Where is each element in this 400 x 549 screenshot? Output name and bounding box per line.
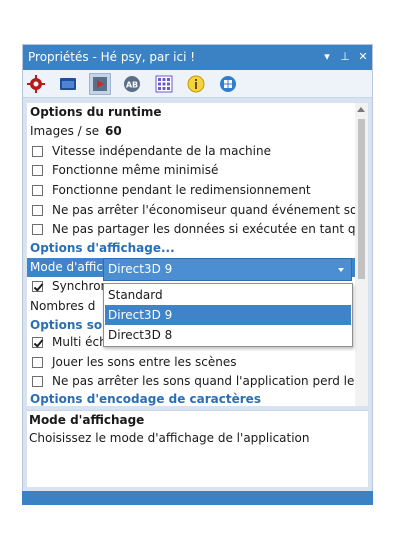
- checkbox-label: Fonctionne même minimisé: [52, 163, 219, 177]
- checkbox-label: Jouer les sons entre les scènes: [52, 355, 237, 369]
- vertical-scrollbar[interactable]: [355, 103, 368, 406]
- select-value: Direct3D 9: [108, 262, 173, 276]
- toolbar: AB: [23, 70, 372, 98]
- section-runtime[interactable]: Options du runtime: [27, 103, 162, 122]
- checkbox[interactable]: [32, 357, 43, 368]
- window-title: Propriétés - Hé psy, par ici !: [28, 50, 196, 64]
- checkbox-label: Fonctionne pendant le redimensionnement: [52, 183, 311, 197]
- property-value[interactable]: 60: [105, 122, 122, 141]
- checkbox[interactable]: [32, 205, 43, 216]
- info-icon[interactable]: [185, 73, 207, 95]
- checkbox[interactable]: [32, 146, 43, 157]
- scroll-up-icon[interactable]: [357, 107, 365, 112]
- close-icon[interactable]: ✕: [356, 49, 370, 65]
- dropdown-option[interactable]: Direct3D 8: [105, 325, 351, 345]
- description-pane: Mode d'affichage Choisissez le mode d'af…: [27, 410, 368, 487]
- checkbox-row[interactable]: Ne pas arrêter l'économiseur quand événe…: [27, 201, 355, 220]
- checkbox-row[interactable]: Fonctionne même minimisé: [27, 161, 355, 180]
- checkbox[interactable]: [32, 224, 43, 235]
- status-bar: [22, 491, 373, 505]
- description-text: Choisissez le mode d'affichage de l'appl…: [29, 431, 310, 445]
- window-icon[interactable]: [57, 73, 79, 95]
- checkbox-row[interactable]: Ne pas arrêter les sons quand l'applicat…: [27, 372, 355, 391]
- checkbox-label: Multi éch: [52, 335, 107, 349]
- property-label: Nombres d: [30, 299, 96, 313]
- font-icon[interactable]: AB: [121, 73, 143, 95]
- display-mode-select[interactable]: Direct3D 9: [103, 258, 352, 281]
- checkbox-row[interactable]: Ne pas partager les données si exécutée …: [27, 220, 355, 239]
- checkbox-label: Ne pas partager les données si exécutée …: [52, 222, 355, 236]
- dropdown-option[interactable]: Direct3D 9: [105, 305, 351, 325]
- section-encoding[interactable]: Options d'encodage de caractères: [27, 390, 261, 406]
- chevron-down-icon[interactable]: [338, 268, 344, 272]
- description-title: Mode d'affichage: [29, 413, 145, 427]
- checkbox[interactable]: [32, 376, 43, 387]
- checkbox[interactable]: [32, 185, 43, 196]
- checkbox-row[interactable]: Jouer les sons entre les scènes: [27, 353, 355, 372]
- dropdown-list: Standard Direct3D 9 Direct3D 8: [103, 283, 353, 347]
- section-display[interactable]: Options d'affichage...: [27, 239, 175, 258]
- svg-text:AB: AB: [126, 81, 138, 90]
- gear-icon[interactable]: [25, 73, 47, 95]
- checkbox[interactable]: [32, 281, 43, 292]
- grid-icon[interactable]: [153, 73, 175, 95]
- pin-icon[interactable]: ⊥: [338, 49, 352, 65]
- checkbox-row[interactable]: Vitesse indépendante de la machine: [27, 142, 355, 161]
- property-label: Mode d'affic: [30, 260, 103, 274]
- play-icon[interactable]: [89, 73, 111, 95]
- windows-icon[interactable]: [217, 73, 239, 95]
- dropdown-menu-icon[interactable]: ▾: [320, 49, 334, 65]
- checkbox-label: Ne pas arrêter les sons quand l'applicat…: [52, 374, 355, 388]
- title-bar[interactable]: Propriétés - Hé psy, par ici ! ▾ ⊥ ✕: [23, 45, 372, 70]
- checkbox-label: Synchron: [52, 279, 109, 293]
- property-grid: Options du runtime Images / se 60 Vitess…: [27, 103, 355, 406]
- checkbox-label: Vitesse indépendante de la machine: [52, 144, 271, 158]
- property-label: Images / se: [30, 124, 100, 138]
- dropdown-option[interactable]: Standard: [105, 285, 351, 305]
- property-images-per-second[interactable]: Images / se 60: [27, 122, 355, 141]
- checkbox[interactable]: [32, 337, 43, 348]
- scroll-thumb[interactable]: [358, 119, 365, 279]
- checkbox[interactable]: [32, 165, 43, 176]
- checkbox-label: Ne pas arrêter l'économiseur quand événe…: [52, 203, 355, 217]
- checkbox-row[interactable]: Fonctionne pendant le redimensionnement: [27, 181, 355, 200]
